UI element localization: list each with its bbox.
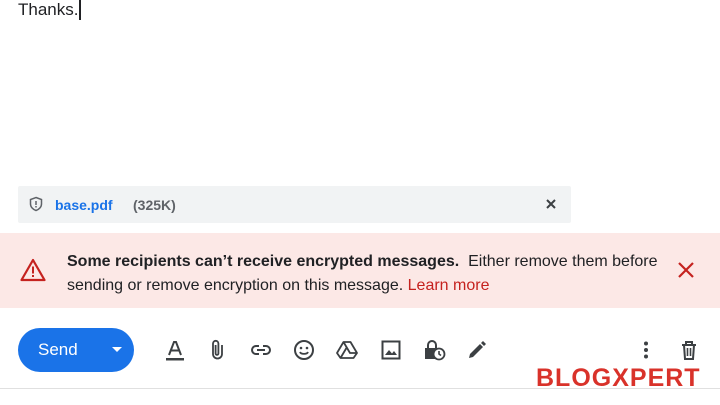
remove-attachment-icon[interactable] [544, 197, 558, 211]
bottom-divider [0, 388, 720, 389]
shield-icon [28, 196, 44, 212]
learn-more-link[interactable]: Learn more [408, 277, 490, 294]
warning-headline: Some recipients can’t receive encrypted … [67, 253, 460, 270]
formatting-icon[interactable] [163, 338, 187, 362]
text-cursor [79, 0, 81, 20]
encryption-warning-banner: Some recipients can’t receive encrypted … [0, 233, 720, 308]
photo-icon[interactable] [379, 338, 403, 362]
message-body-text: Thanks. [18, 0, 79, 19]
warning-icon [20, 258, 46, 282]
send-button[interactable]: Send [18, 328, 134, 372]
send-options-icon[interactable] [112, 347, 122, 352]
more-options-icon[interactable] [634, 338, 658, 362]
dismiss-warning-icon[interactable] [677, 261, 695, 279]
attachment-size: (325K) [133, 197, 176, 213]
emoji-icon[interactable] [292, 338, 316, 362]
warning-message: Some recipients can’t receive encrypted … [67, 250, 667, 298]
confidential-mode-icon[interactable] [422, 338, 446, 362]
link-icon[interactable] [249, 338, 273, 362]
attachment-chip[interactable]: base.pdf (325K) [18, 186, 571, 223]
discard-icon[interactable] [677, 338, 701, 362]
attachment-name[interactable]: base.pdf [55, 197, 113, 213]
send-label: Send [38, 340, 78, 359]
signature-icon[interactable] [465, 338, 489, 362]
attach-icon[interactable] [206, 338, 230, 362]
drive-icon[interactable] [335, 338, 359, 362]
message-body[interactable]: Thanks. [18, 0, 81, 20]
